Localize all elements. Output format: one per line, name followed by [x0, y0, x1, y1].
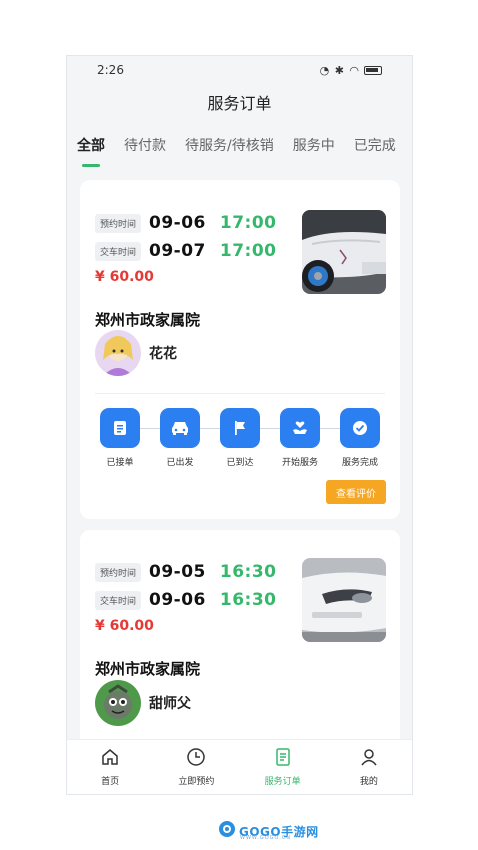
service-address: 郑州市政家属院 [95, 660, 201, 678]
step-label: 服务完成 [341, 458, 378, 468]
nav-book-now[interactable]: 立即预约 [161, 747, 231, 787]
order-card[interactable]: 预约时间 09-05 16:30 交车时间 09-06 16:30 ¥ 60.0… [80, 530, 400, 741]
nav-mine[interactable]: 我的 [334, 747, 404, 787]
customer-info: 花花 [95, 330, 177, 376]
nav-home[interactable]: 首页 [75, 747, 145, 787]
appointment-time: 17:00 [219, 213, 277, 233]
bottom-navigation: 首页 立即预约 服务订单 我的 [67, 739, 412, 794]
step-departed: 已出发 [150, 408, 235, 468]
car-photo [302, 558, 386, 642]
step-label: 已出发 [166, 458, 194, 468]
signal-icons: ◔ ✱ ◠ [319, 63, 360, 77]
appointment-date: 09-06 [149, 213, 206, 233]
delivery-time: 17:00 [219, 241, 277, 261]
order-price: ¥ 60.00 [95, 269, 154, 285]
clipboard-icon [100, 408, 140, 448]
order-tabs: 全部 待付款 待服务/待核销 服务中 已完成 [67, 124, 412, 170]
status-bar: 2:26 ◔ ✱ ◠ [67, 56, 412, 84]
check-circle-icon [340, 408, 380, 448]
delivery-time: 16:30 [219, 590, 277, 610]
site-watermark: GOGO手游网 WWW.GOGO.CN [218, 820, 319, 842]
status-icons: ◔ ✱ ◠ [320, 64, 382, 77]
clock-icon [186, 747, 206, 770]
step-label: 已到达 [226, 458, 254, 468]
delivery-row: 交车时间 09-07 17:00 [95, 241, 277, 261]
tab-completed[interactable]: 已完成 [354, 135, 396, 159]
step-label: 已接单 [106, 458, 134, 468]
avatar [95, 330, 141, 376]
nav-label: 我的 [359, 777, 378, 787]
tab-pending-payment[interactable]: 待付款 [124, 135, 166, 159]
customer-name: 花花 [149, 346, 177, 362]
appointment-tag: 预约时间 [95, 213, 142, 233]
car-photo [302, 210, 386, 294]
watermark-url: WWW.GOGO.CN [240, 835, 292, 841]
step-start-service: 开始服务 [270, 408, 355, 468]
card-divider [95, 393, 385, 394]
phone-screen: 2:26 ◔ ✱ ◠ 服务订单 全部 待付款 待服务/待核销 服务中 已完成 预… [66, 55, 413, 795]
appointment-date: 09-05 [149, 562, 206, 582]
delivery-date: 09-07 [149, 241, 206, 261]
appointment-row: 预约时间 09-06 17:00 [95, 213, 277, 233]
step-arrived: 已到达 [210, 408, 295, 468]
appointment-row: 预约时间 09-05 16:30 [95, 562, 277, 582]
nav-label: 立即预约 [178, 777, 215, 787]
step-service-complete: 服务完成 [330, 408, 390, 468]
nav-label: 首页 [101, 777, 120, 787]
nav-service-orders[interactable]: 服务订单 [248, 747, 318, 787]
heart-hand-icon [280, 408, 320, 448]
service-steps: 已接单 已出发 已到达 开始服务 服务完成 [90, 408, 390, 468]
battery-icon [364, 65, 382, 75]
customer-name: 甜师父 [149, 696, 191, 712]
tab-all[interactable]: 全部 [77, 135, 105, 159]
status-time: 2:26 [97, 63, 124, 77]
view-review-button[interactable]: 查看评价 [326, 480, 386, 504]
car-icon [160, 408, 200, 448]
person-icon [359, 747, 379, 770]
delivery-tag: 交车时间 [95, 241, 142, 261]
flag-icon [220, 408, 260, 448]
tab-pending-service[interactable]: 待服务/待核销 [185, 135, 274, 159]
page-title: 服务订单 [207, 94, 272, 113]
appointment-tag: 预约时间 [95, 562, 142, 582]
customer-info: 甜师父 [95, 680, 191, 726]
home-icon [100, 747, 120, 770]
step-accepted: 已接单 [90, 408, 175, 468]
step-label: 开始服务 [281, 458, 318, 468]
appointment-time: 16:30 [219, 562, 277, 582]
order-card[interactable]: 预约时间 09-06 17:00 交车时间 09-07 17:00 ¥ 60.0… [80, 180, 400, 519]
tab-in-service[interactable]: 服务中 [293, 135, 335, 159]
delivery-tag: 交车时间 [95, 590, 142, 610]
order-price: ¥ 60.00 [95, 618, 154, 634]
document-icon [273, 747, 293, 770]
delivery-row: 交车时间 09-06 16:30 [95, 590, 277, 610]
nav-label: 服务订单 [264, 777, 301, 787]
service-address: 郑州市政家属院 [95, 311, 201, 329]
gogo-logo-icon [218, 820, 236, 842]
delivery-date: 09-06 [149, 590, 206, 610]
avatar [95, 680, 141, 726]
order-list[interactable]: 预约时间 09-06 17:00 交车时间 09-07 17:00 ¥ 60.0… [67, 180, 412, 741]
